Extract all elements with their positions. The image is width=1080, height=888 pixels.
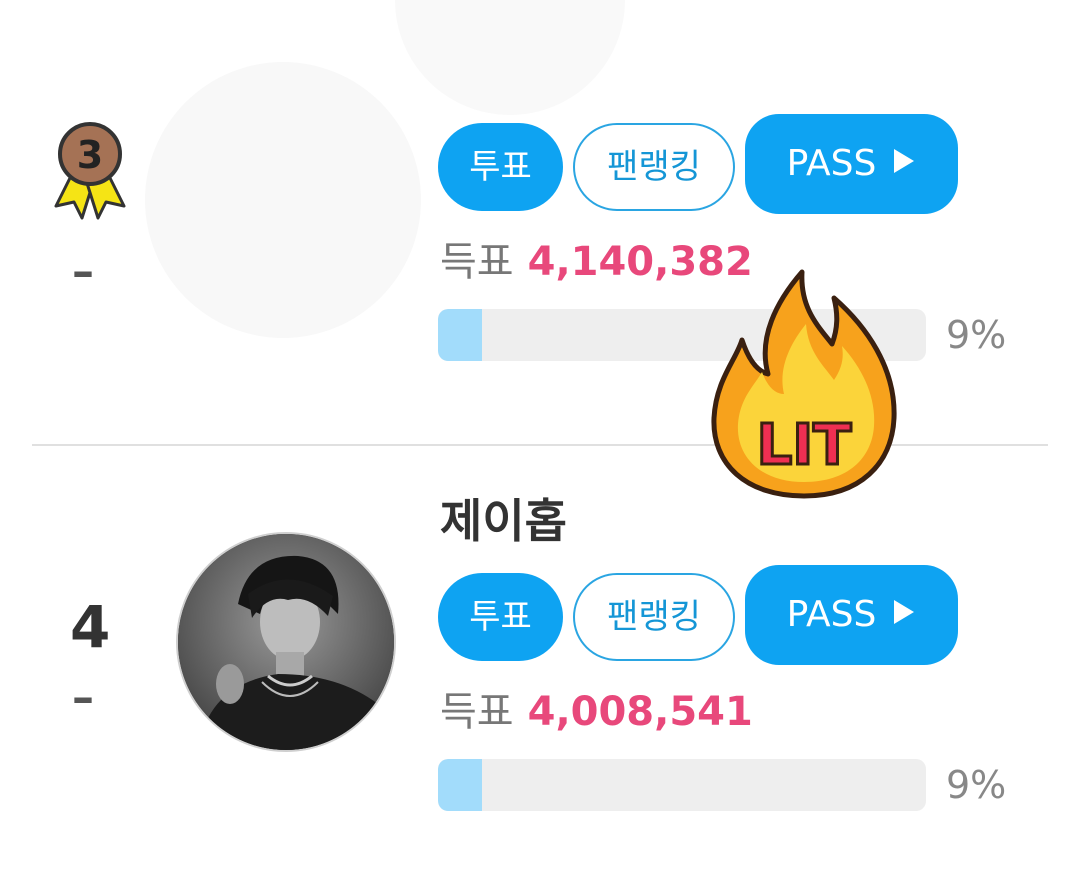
vote-percentage: 9% xyxy=(946,313,1007,357)
pass-button[interactable]: PASS xyxy=(745,114,958,214)
pass-button-label: PASS xyxy=(786,143,877,184)
fan-ranking-button[interactable]: 팬랭킹 xyxy=(573,573,735,661)
rank-number: 4 xyxy=(70,593,111,661)
sticker-text: LIT xyxy=(757,413,852,478)
vote-progress-bar xyxy=(438,759,926,811)
vote-button[interactable]: 투표 xyxy=(438,573,563,661)
vote-button-label: 투표 xyxy=(469,597,532,637)
decorative-circle-top xyxy=(395,0,625,115)
fan-ranking-button[interactable]: 팬랭킹 xyxy=(573,123,735,211)
vote-count-label: 득표 xyxy=(440,239,514,285)
pass-button[interactable]: PASS xyxy=(745,565,958,665)
vote-count: 득표 4,008,541 xyxy=(440,692,753,732)
vote-button-label: 투표 xyxy=(469,147,532,187)
play-triangle-icon xyxy=(892,146,916,182)
vote-count-label: 득표 xyxy=(440,689,514,735)
play-triangle-icon xyxy=(892,597,916,633)
bronze-medal-icon: 3 xyxy=(44,118,136,222)
rank-change-indicator: – xyxy=(72,672,94,723)
fire-lit-sticker: LIT xyxy=(706,268,902,500)
rank-change-indicator: – xyxy=(72,246,94,297)
medal-rank-number: 3 xyxy=(77,133,103,177)
vote-percentage: 9% xyxy=(946,763,1007,807)
avatar-placeholder xyxy=(145,62,421,338)
vote-progress-fill xyxy=(438,309,482,361)
vote-count-value: 4,008,541 xyxy=(527,689,753,735)
artist-avatar[interactable] xyxy=(176,532,396,752)
vote-button[interactable]: 투표 xyxy=(438,123,563,211)
vote-progress-fill xyxy=(438,759,482,811)
fan-ranking-button-label: 팬랭킹 xyxy=(607,147,701,187)
pass-button-label: PASS xyxy=(786,594,877,635)
fan-ranking-button-label: 팬랭킹 xyxy=(607,597,701,637)
artist-name: 제이홉 xyxy=(440,494,567,548)
